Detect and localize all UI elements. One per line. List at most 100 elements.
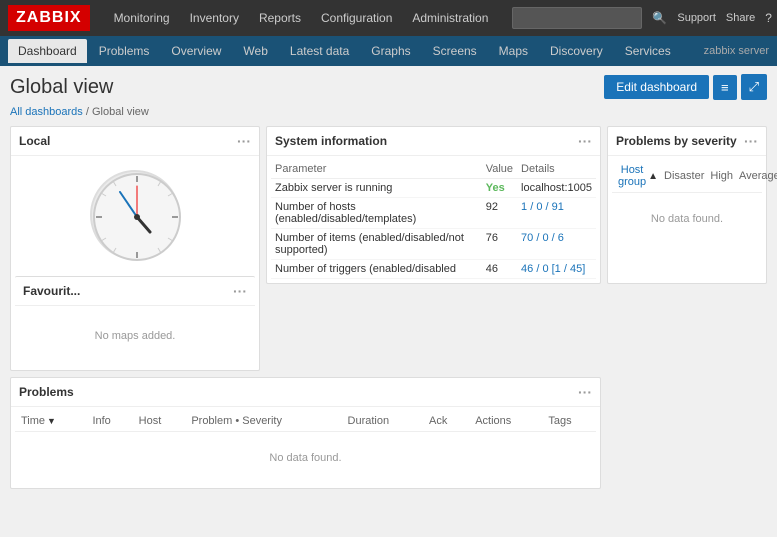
col-details: Details [517,160,596,179]
problems-no-data: No data found. [15,432,596,484]
prob-col-info: Info [86,411,132,432]
nav-reports[interactable]: Reports [251,7,309,29]
local-clock-body: Favourit... ··· No maps added. [11,156,259,370]
favourites-title: Favourit... [23,284,80,298]
page-title: Global view [10,76,113,99]
tab-graphs[interactable]: Graphs [361,39,420,63]
tab-dashboard[interactable]: Dashboard [8,39,87,63]
logo[interactable]: ZABBIX [8,5,90,31]
param-hosts: Number of hosts (enabled/disabled/templa… [271,198,482,229]
clock-face [90,170,180,260]
server-label: zabbix server [704,45,769,57]
details-items: 70 / 0 / 6 [517,229,596,260]
system-info-header: System information ··· [267,127,600,156]
top-bar-right: 🔍 Support Share ? 👤 ⏻ [512,7,777,29]
nav-monitoring[interactable]: Monitoring [106,7,178,29]
header-actions: Edit dashboard ≡ ⤢ [604,74,767,100]
nav-inventory[interactable]: Inventory [182,7,247,29]
table-row: Number of items (enabled/disabled/not su… [271,229,596,260]
tab-web[interactable]: Web [233,39,277,63]
param-running: Zabbix server is running [271,179,482,198]
second-nav-bar: Dashboard Problems Overview Web Latest d… [0,36,777,66]
prob-col-tags: Tags [542,411,596,432]
pbs-col-average: Average [739,170,777,182]
local-clock-header: Local ··· [11,127,259,156]
system-info-table: Parameter Value Details Zabbix server is… [271,160,596,279]
tab-discovery[interactable]: Discovery [540,39,613,63]
problems-menu[interactable]: ··· [578,384,592,400]
pbs-columns: Host group ▲ Disaster High Average Warni… [612,160,762,193]
pbs-col-hostgroup: Host group ▲ [618,164,658,188]
val-hosts: 92 [482,198,517,229]
tab-services[interactable]: Services [615,39,681,63]
problems-widget: Problems ··· Time ▼ Info [10,377,601,489]
val-triggers: 46 [482,260,517,279]
top-bar: ZABBIX Monitoring Inventory Reports Conf… [0,0,777,36]
dashboard-grid: System information ··· Parameter Value D… [10,126,767,489]
share-link[interactable]: Share [726,12,755,24]
param-items: Number of items (enabled/disabled/not su… [271,229,482,260]
problems-table: Time ▼ Info Host Problem • Severity Dura… [15,411,596,432]
prob-col-problem: Problem • Severity [185,411,341,432]
pbs-menu[interactable]: ··· [744,133,758,149]
fullscreen-button[interactable]: ⤢ [741,74,767,100]
favourites-widget: Favourit... ··· No maps added. [15,276,255,366]
help-icon[interactable]: ? [765,11,772,25]
pbs-no-data: No data found. [612,193,762,245]
favourites-body: No maps added. [15,306,255,366]
system-info-body: Parameter Value Details Zabbix server is… [267,156,600,283]
nav-administration[interactable]: Administration [404,7,496,29]
tab-overview[interactable]: Overview [161,39,231,63]
details-hosts: 1 / 0 / 91 [517,198,596,229]
edit-dashboard-button[interactable]: Edit dashboard [604,75,709,99]
system-info-menu[interactable]: ··· [578,133,592,149]
tab-problems[interactable]: Problems [89,39,160,63]
sort-arrow-icon: ▲ [648,171,658,182]
val-running: Yes [482,179,517,198]
val-items: 76 [482,229,517,260]
search-icon[interactable]: 🔍 [652,11,667,25]
local-clock-menu[interactable]: ··· [237,133,251,149]
support-link[interactable]: Support [677,12,716,24]
table-row: Number of triggers (enabled/disabled 46 … [271,260,596,279]
problems-header: Problems ··· [11,378,600,407]
problems-by-severity-widget: Problems by severity ··· Host group ▲ Di… [607,126,767,284]
details-running: localhost:1005 [517,179,596,198]
breadcrumb-separator: / [86,106,89,118]
breadcrumb-current: Global view [92,106,149,118]
details-triggers: 46 / 0 [1 / 45] [517,260,596,279]
list-view-button[interactable]: ≡ [713,75,737,100]
breadcrumb-parent[interactable]: All dashboards [10,106,83,118]
breadcrumb: All dashboards / Global view [10,106,767,118]
tab-screens[interactable]: Screens [423,39,487,63]
system-info-widget: System information ··· Parameter Value D… [266,126,601,284]
favourites-header: Favourit... ··· [15,277,255,306]
search-input[interactable] [512,7,642,29]
col-value: Value [482,160,517,179]
problems-body: Time ▼ Info Host Problem • Severity Dura… [11,407,600,488]
clock-container [15,160,255,270]
table-row: Zabbix server is running Yes localhost:1… [271,179,596,198]
table-row: Number of hosts (enabled/disabled/templa… [271,198,596,229]
favourites-no-data: No maps added. [19,310,251,362]
param-triggers: Number of triggers (enabled/disabled [271,260,482,279]
system-info-title: System information [275,134,387,148]
problems-title: Problems [19,385,74,399]
nav-configuration[interactable]: Configuration [313,7,400,29]
pbs-col-disaster: Disaster [664,170,704,182]
local-clock-title: Local [19,134,50,148]
top-navigation: Monitoring Inventory Reports Configurati… [106,7,497,29]
favourites-menu[interactable]: ··· [233,283,247,299]
local-clock-widget: Local ··· [10,126,260,371]
page-content: Global view Edit dashboard ≡ ⤢ All dashb… [0,66,777,537]
prob-col-host: Host [133,411,186,432]
pbs-title: Problems by severity [616,134,737,148]
clock-svg [92,172,182,262]
pbs-header: Problems by severity ··· [608,127,766,156]
pbs-col-high: High [710,170,733,182]
time-sort-icon[interactable]: ▼ [47,416,56,426]
col-parameter: Parameter [271,160,482,179]
tab-maps[interactable]: Maps [489,39,538,63]
prob-col-duration: Duration [342,411,424,432]
tab-latest-data[interactable]: Latest data [280,39,359,63]
